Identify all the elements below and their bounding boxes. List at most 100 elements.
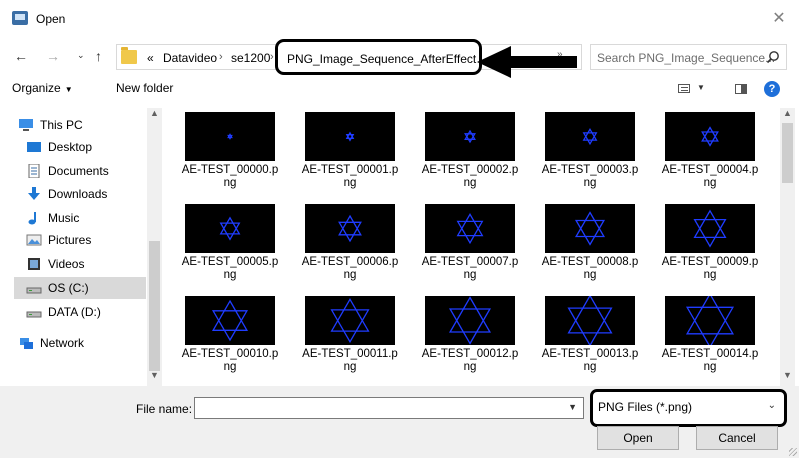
music-icon [26, 211, 42, 225]
organize-label: Organize [12, 81, 61, 95]
file-thumbnail [185, 204, 275, 253]
scroll-up-icon[interactable]: ▲ [150, 108, 159, 118]
file-item[interactable]: AE-TEST_00006.p ng [290, 200, 410, 290]
preview-pane-icon[interactable] [735, 84, 747, 94]
search-input[interactable]: Search PNG_Image_Sequence... [590, 44, 787, 70]
app-icon [12, 11, 28, 25]
view-options-chevron-icon[interactable]: ▼ [697, 83, 705, 92]
file-thumbnail [545, 112, 635, 161]
title-bar: Open ✕ [0, 0, 799, 38]
sidebar-item-os-c[interactable]: OS (C:) [14, 277, 146, 299]
file-item[interactable]: AE-TEST_00001.p ng [290, 108, 410, 198]
organize-button[interactable]: Organize ▼ [12, 81, 73, 95]
sidebar-item-music[interactable]: Music [14, 207, 146, 229]
file-name: AE-TEST_00009.p ng [661, 256, 759, 281]
search-placeholder: Search PNG_Image_Sequence... [597, 51, 776, 65]
file-name: AE-TEST_00012.p ng [421, 348, 519, 373]
chevron-down-icon: ⌄ [767, 400, 776, 411]
file-item[interactable]: AE-TEST_00011.p ng [290, 292, 410, 382]
file-item[interactable]: AE-TEST_00008.p ng [530, 200, 650, 290]
file-item[interactable]: AE-TEST_00002.p ng [410, 108, 530, 198]
help-icon[interactable]: ? [764, 81, 780, 97]
sidebar-item-documents[interactable]: Documents [14, 160, 146, 182]
navigation-pane: This PC Desktop Documents Downloads Music Pic… [14, 108, 162, 386]
drive-icon [26, 305, 42, 318]
file-item[interactable]: AE-TEST_00012.p ng [410, 292, 530, 382]
window-title: Open [36, 12, 66, 26]
breadcrumb-current-folder[interactable]: PNG_Image_Sequence_AfterEffect [275, 39, 482, 75]
file-name: AE-TEST_00013.p ng [541, 348, 639, 373]
sidebar-item-label: Network [40, 336, 85, 350]
downloads-icon [26, 187, 42, 200]
sidebar-item-label: DATA (D:) [48, 305, 101, 319]
file-list: AE-TEST_00000.p ng AE-TEST_00001.p ng AE-TES… [170, 108, 780, 386]
file-thumbnail [425, 112, 515, 161]
breadcrumb-item-datavideo[interactable]: Datavideo [163, 51, 217, 65]
file-item[interactable]: AE-TEST_00010.p ng [170, 292, 290, 382]
annotation-arrow-icon [477, 46, 577, 78]
sidebar-item-data-d[interactable]: DATA (D:) [14, 301, 146, 323]
sidebar-item-downloads[interactable]: Downloads [14, 183, 146, 205]
scrollbar-thumb[interactable] [782, 123, 793, 183]
sidebar-item-label: Documents [48, 164, 109, 178]
up-arrow-icon[interactable]: ↑ [95, 48, 102, 64]
scroll-down-icon[interactable]: ▼ [783, 370, 792, 380]
new-folder-button[interactable]: New folder [116, 81, 173, 95]
folder-icon [121, 47, 137, 64]
resize-grip-icon[interactable] [789, 448, 797, 456]
scroll-down-icon[interactable]: ▼ [150, 370, 159, 380]
sidebar-item-this-pc[interactable]: This PC [14, 114, 146, 136]
desktop-icon [26, 140, 42, 153]
sidebar-item-label: This PC [40, 118, 83, 132]
breadcrumb-separator: › [270, 51, 274, 63]
file-thumbnail [665, 112, 755, 161]
sidebar-item-label: Pictures [48, 233, 92, 247]
file-item[interactable]: AE-TEST_00000.p ng [170, 108, 290, 198]
file-thumbnail [185, 296, 275, 345]
sidebar-item-label: Downloads [48, 187, 108, 201]
sidebar-item-videos[interactable]: Videos [14, 253, 146, 275]
change-view-icon[interactable] [678, 84, 690, 93]
file-name: AE-TEST_00014.p ng [661, 348, 759, 373]
file-item[interactable]: AE-TEST_00013.p ng [530, 292, 650, 382]
chevron-down-icon: ▼ [64, 85, 73, 94]
file-thumbnail [425, 296, 515, 345]
file-name-input[interactable]: ▼ [194, 397, 584, 419]
file-item[interactable]: AE-TEST_00005.p ng [170, 200, 290, 290]
file-item[interactable]: AE-TEST_00003.p ng [530, 108, 650, 198]
recent-locations-chevron-icon[interactable]: ⌄ [77, 50, 85, 61]
breadcrumb-separator: › [219, 51, 223, 63]
file-thumbnail [305, 112, 395, 161]
file-name-dropdown-icon[interactable]: ▼ [568, 402, 577, 412]
sidebar-item-label: OS (C:) [48, 281, 89, 295]
file-name: AE-TEST_00010.p ng [181, 348, 279, 373]
sidebar-item-label: Music [48, 211, 80, 225]
scroll-up-icon[interactable]: ▲ [783, 108, 792, 118]
search-icon[interactable] [766, 50, 780, 64]
file-item[interactable]: AE-TEST_00014.p ng [650, 292, 770, 382]
breadcrumb-item-se1200[interactable]: se1200 [231, 51, 270, 65]
scrollbar-thumb[interactable] [149, 241, 160, 371]
sidebar-item-pictures[interactable]: Pictures [14, 229, 146, 251]
close-icon[interactable]: ✕ [769, 8, 789, 28]
sidebar-item-label: Desktop [48, 140, 93, 154]
navigation-pane-scrollbar[interactable]: ▲ ▼ [147, 108, 162, 386]
sidebar-item-label: Videos [48, 257, 85, 271]
file-name: AE-TEST_00007.p ng [421, 256, 519, 281]
file-type-select[interactable]: PNG Files (*.png) ⌄ [590, 389, 787, 427]
file-list-scrollbar[interactable]: ▲ ▼ [780, 108, 795, 386]
file-name: AE-TEST_00003.p ng [541, 164, 639, 189]
breadcrumb-overflow[interactable]: « [147, 51, 154, 65]
drive-icon [26, 281, 42, 294]
file-item[interactable]: AE-TEST_00004.p ng [650, 108, 770, 198]
sidebar-item-network[interactable]: Network [14, 332, 146, 354]
sidebar-item-desktop[interactable]: Desktop [14, 136, 146, 158]
forward-arrow-icon[interactable]: → [46, 48, 60, 64]
file-type-value: PNG Files (*.png) [598, 400, 693, 414]
back-arrow-icon[interactable]: ← [14, 48, 28, 64]
file-item[interactable]: AE-TEST_00009.p ng [650, 200, 770, 290]
open-button[interactable]: Open [597, 426, 679, 450]
cancel-button[interactable]: Cancel [696, 426, 778, 450]
file-item[interactable]: AE-TEST_00007.p ng [410, 200, 530, 290]
file-thumbnail [665, 292, 755, 349]
